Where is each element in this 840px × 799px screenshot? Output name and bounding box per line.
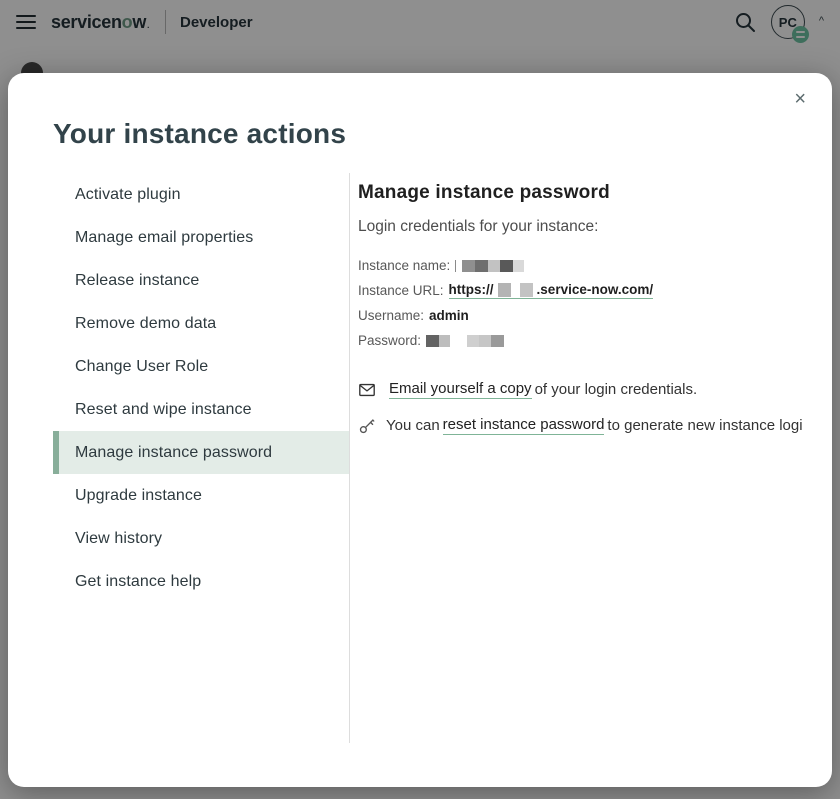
username-row: Username: admin — [358, 303, 796, 328]
panel-heading: Manage instance password — [358, 182, 796, 204]
instance-actions-modal: × Your instance actions Activate plugin … — [8, 73, 832, 787]
menu-item-view-history[interactable]: View history — [53, 517, 349, 560]
envelope-icon — [358, 381, 376, 399]
redacted-password — [426, 335, 504, 347]
instance-url-link[interactable]: https:// .service-now.com/ — [449, 282, 654, 299]
instance-name-row: Instance name: — [358, 253, 796, 278]
redaction-cursor-bar — [455, 260, 456, 272]
email-credentials-row: Email yourself a copy of your login cred… — [358, 380, 796, 399]
instance-url-label: Instance URL: — [358, 283, 444, 298]
key-icon — [358, 417, 376, 435]
menu-item-reset-and-wipe-instance[interactable]: Reset and wipe instance — [53, 388, 349, 431]
menu-item-activate-plugin[interactable]: Activate plugin — [53, 173, 349, 216]
instance-actions-menu: Activate plugin Manage email properties … — [53, 173, 349, 743]
menu-item-manage-email-properties[interactable]: Manage email properties — [53, 216, 349, 259]
reset-password-row: You can reset instance password to gener… — [358, 416, 796, 435]
menu-item-remove-demo-data[interactable]: Remove demo data — [53, 302, 349, 345]
username-value: admin — [429, 308, 469, 323]
menu-item-manage-instance-password[interactable]: Manage instance password — [53, 431, 349, 474]
email-action-text: of your login credentials. — [535, 381, 698, 398]
url-prefix: https:// — [449, 282, 494, 297]
credentials-block: Instance name: Instance URL: https:// .s… — [358, 253, 796, 353]
reset-action-rest: to generate new instance logi — [607, 417, 802, 434]
menu-item-upgrade-instance[interactable]: Upgrade instance — [53, 474, 349, 517]
close-icon[interactable]: × — [794, 89, 806, 109]
menu-item-release-instance[interactable]: Release instance — [53, 259, 349, 302]
credential-actions: Email yourself a copy of your login cred… — [358, 380, 796, 435]
password-row: Password: — [358, 328, 796, 353]
reset-instance-password-link[interactable]: reset instance password — [443, 416, 605, 435]
username-label: Username: — [358, 308, 424, 323]
redacted-url-middle — [498, 283, 533, 297]
menu-item-get-instance-help[interactable]: Get instance help — [53, 560, 349, 603]
instance-url-row: Instance URL: https:// .service-now.com/ — [358, 278, 796, 303]
url-suffix: .service-now.com/ — [537, 282, 654, 297]
email-yourself-link[interactable]: Email yourself a copy — [389, 380, 532, 399]
password-label: Password: — [358, 333, 421, 348]
menu-item-change-user-role[interactable]: Change User Role — [53, 345, 349, 388]
redacted-instance-name — [462, 260, 524, 272]
modal-title: Your instance actions — [53, 118, 832, 150]
panel-intro-text: Login credentials for your instance: — [358, 218, 796, 236]
instance-name-label: Instance name: — [358, 258, 450, 273]
reset-action-pre: You can — [386, 417, 440, 434]
manage-instance-password-panel: Manage instance password Login credentia… — [349, 173, 832, 743]
